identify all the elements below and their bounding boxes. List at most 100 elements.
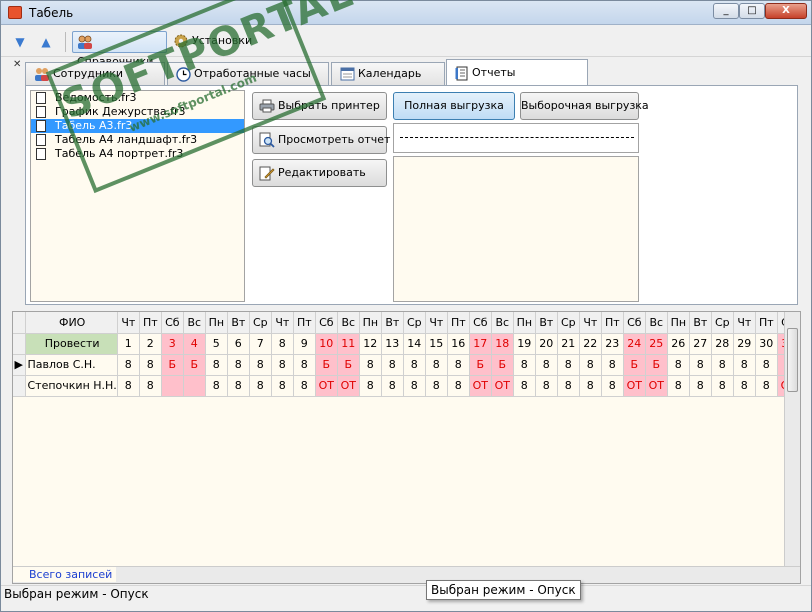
hours-cell[interactable]: 8 bbox=[513, 354, 536, 376]
hours-cell[interactable]: ОТ bbox=[623, 375, 646, 397]
report-notes-area[interactable] bbox=[393, 156, 639, 302]
column-header-weekday[interactable]: Вт bbox=[381, 312, 404, 334]
day-number[interactable]: 9 bbox=[293, 333, 316, 355]
column-header-weekday[interactable]: Чт bbox=[425, 312, 448, 334]
day-number[interactable]: 15 bbox=[425, 333, 448, 355]
settings-button[interactable]: Установки bbox=[171, 31, 261, 53]
column-header-name[interactable]: ФИО bbox=[25, 312, 118, 334]
day-number[interactable]: 18 bbox=[491, 333, 514, 355]
hours-cell[interactable]: 8 bbox=[227, 354, 250, 376]
hours-cell[interactable]: 8 bbox=[381, 375, 404, 397]
day-number[interactable]: 16 bbox=[447, 333, 470, 355]
day-number[interactable]: 8 bbox=[271, 333, 294, 355]
day-number[interactable]: 5 bbox=[205, 333, 228, 355]
day-number[interactable]: 17 bbox=[469, 333, 492, 355]
horizontal-scrollbar[interactable] bbox=[13, 566, 800, 583]
hours-cell[interactable]: 8 bbox=[205, 354, 228, 376]
day-number[interactable]: 26 bbox=[667, 333, 690, 355]
select-printer-button[interactable]: Выбрать принтер bbox=[252, 92, 387, 120]
column-header-weekday[interactable]: Пт bbox=[447, 312, 470, 334]
column-header-weekday[interactable]: Сб bbox=[315, 312, 338, 334]
hours-cell[interactable]: 8 bbox=[667, 354, 690, 376]
hours-cell[interactable]: 8 bbox=[227, 375, 250, 397]
hours-cell[interactable]: 8 bbox=[711, 354, 734, 376]
column-header-weekday[interactable]: Пт bbox=[293, 312, 316, 334]
hours-cell[interactable]: 8 bbox=[689, 375, 712, 397]
hours-cell[interactable]: Б bbox=[161, 354, 184, 376]
hours-cell[interactable]: 8 bbox=[271, 375, 294, 397]
title-bar[interactable]: Табель _ □ X bbox=[1, 1, 811, 25]
day-number[interactable]: 21 bbox=[557, 333, 580, 355]
preview-report-button[interactable]: Просмотреть отчет bbox=[252, 126, 390, 154]
list-item[interactable]: Табель А4 ландшафт.fr3 bbox=[31, 133, 244, 147]
minimize-button[interactable]: _ bbox=[713, 3, 739, 19]
list-item[interactable]: Табель А4 портрет.fr3 bbox=[31, 147, 244, 161]
column-header-weekday[interactable]: Чт bbox=[579, 312, 602, 334]
day-number[interactable]: 30 bbox=[755, 333, 778, 355]
arrow-down-icon[interactable]: ▼ bbox=[12, 34, 28, 50]
day-number[interactable]: 6 bbox=[227, 333, 250, 355]
tab-employees[interactable]: Сотрудники bbox=[25, 62, 165, 85]
hours-cell[interactable]: 8 bbox=[579, 375, 602, 397]
hours-cell[interactable]: 8 bbox=[205, 375, 228, 397]
hours-cell[interactable]: Б bbox=[315, 354, 338, 376]
day-number[interactable]: 20 bbox=[535, 333, 558, 355]
post-button[interactable]: Провести bbox=[25, 333, 118, 355]
hours-cell[interactable]: 8 bbox=[381, 354, 404, 376]
day-number[interactable]: 13 bbox=[381, 333, 404, 355]
column-header-weekday[interactable]: Ср bbox=[249, 312, 272, 334]
hours-cell[interactable]: 8 bbox=[755, 375, 778, 397]
hours-cell[interactable]: 8 bbox=[249, 375, 272, 397]
tab-reports[interactable]: Отчеты bbox=[446, 59, 588, 86]
column-header-weekday[interactable]: Ср bbox=[711, 312, 734, 334]
hours-cell[interactable]: 8 bbox=[447, 375, 470, 397]
hours-cell[interactable]: 8 bbox=[601, 375, 624, 397]
column-header-weekday[interactable]: Сб bbox=[161, 312, 184, 334]
day-number[interactable]: 27 bbox=[689, 333, 712, 355]
hours-cell[interactable]: ОТ bbox=[645, 375, 668, 397]
column-header-weekday[interactable]: Сб bbox=[623, 312, 646, 334]
day-number[interactable]: 4 bbox=[183, 333, 206, 355]
column-header-weekday[interactable]: Пн bbox=[205, 312, 228, 334]
day-number[interactable]: 2 bbox=[139, 333, 162, 355]
hours-cell[interactable]: Б bbox=[491, 354, 514, 376]
selective-export-button[interactable]: Выборочная выгрузка bbox=[520, 92, 649, 120]
column-header-weekday[interactable]: Вс bbox=[183, 312, 206, 334]
hours-cell[interactable]: 8 bbox=[271, 354, 294, 376]
hours-cell[interactable]: 8 bbox=[711, 375, 734, 397]
day-number[interactable]: 11 bbox=[337, 333, 360, 355]
full-export-button[interactable]: Полная выгрузка bbox=[393, 92, 515, 120]
employee-name[interactable]: Павлов С.Н. bbox=[25, 354, 118, 376]
hours-cell[interactable]: ОТ bbox=[469, 375, 492, 397]
day-number[interactable]: 25 bbox=[645, 333, 668, 355]
hours-cell[interactable] bbox=[161, 375, 184, 397]
close-button[interactable]: X bbox=[765, 3, 807, 19]
day-number[interactable]: 23 bbox=[601, 333, 624, 355]
column-header-weekday[interactable]: Пн bbox=[667, 312, 690, 334]
hours-cell[interactable]: 8 bbox=[447, 354, 470, 376]
hours-cell[interactable]: 8 bbox=[557, 354, 580, 376]
hours-cell[interactable]: 8 bbox=[557, 375, 580, 397]
column-header-weekday[interactable]: Пн bbox=[513, 312, 536, 334]
employee-name[interactable]: Степочкин Н.Н. bbox=[25, 375, 118, 397]
column-header-weekday[interactable]: Вт bbox=[227, 312, 250, 334]
hours-cell[interactable]: 8 bbox=[139, 354, 162, 376]
column-header-weekday[interactable]: Пт bbox=[755, 312, 778, 334]
column-header-weekday[interactable]: Вс bbox=[337, 312, 360, 334]
maximize-button[interactable]: □ bbox=[739, 3, 765, 19]
column-header-weekday[interactable]: Сб bbox=[469, 312, 492, 334]
hours-cell[interactable] bbox=[183, 375, 206, 397]
hours-cell[interactable]: 8 bbox=[249, 354, 272, 376]
hours-cell[interactable]: 8 bbox=[403, 354, 426, 376]
hours-cell[interactable]: Б bbox=[645, 354, 668, 376]
hours-cell[interactable]: 8 bbox=[755, 354, 778, 376]
list-item-selected[interactable]: Табель А3.fr3 bbox=[31, 119, 244, 133]
hours-cell[interactable]: ОТ bbox=[337, 375, 360, 397]
column-header-weekday[interactable]: Вт bbox=[535, 312, 558, 334]
day-number[interactable]: 28 bbox=[711, 333, 734, 355]
column-header-weekday[interactable]: Вс bbox=[491, 312, 514, 334]
close-panel-icon[interactable]: ✕ bbox=[13, 59, 21, 70]
hours-cell[interactable]: 8 bbox=[667, 375, 690, 397]
column-header-weekday[interactable]: Пт bbox=[601, 312, 624, 334]
scroll-thumb[interactable] bbox=[787, 328, 798, 392]
